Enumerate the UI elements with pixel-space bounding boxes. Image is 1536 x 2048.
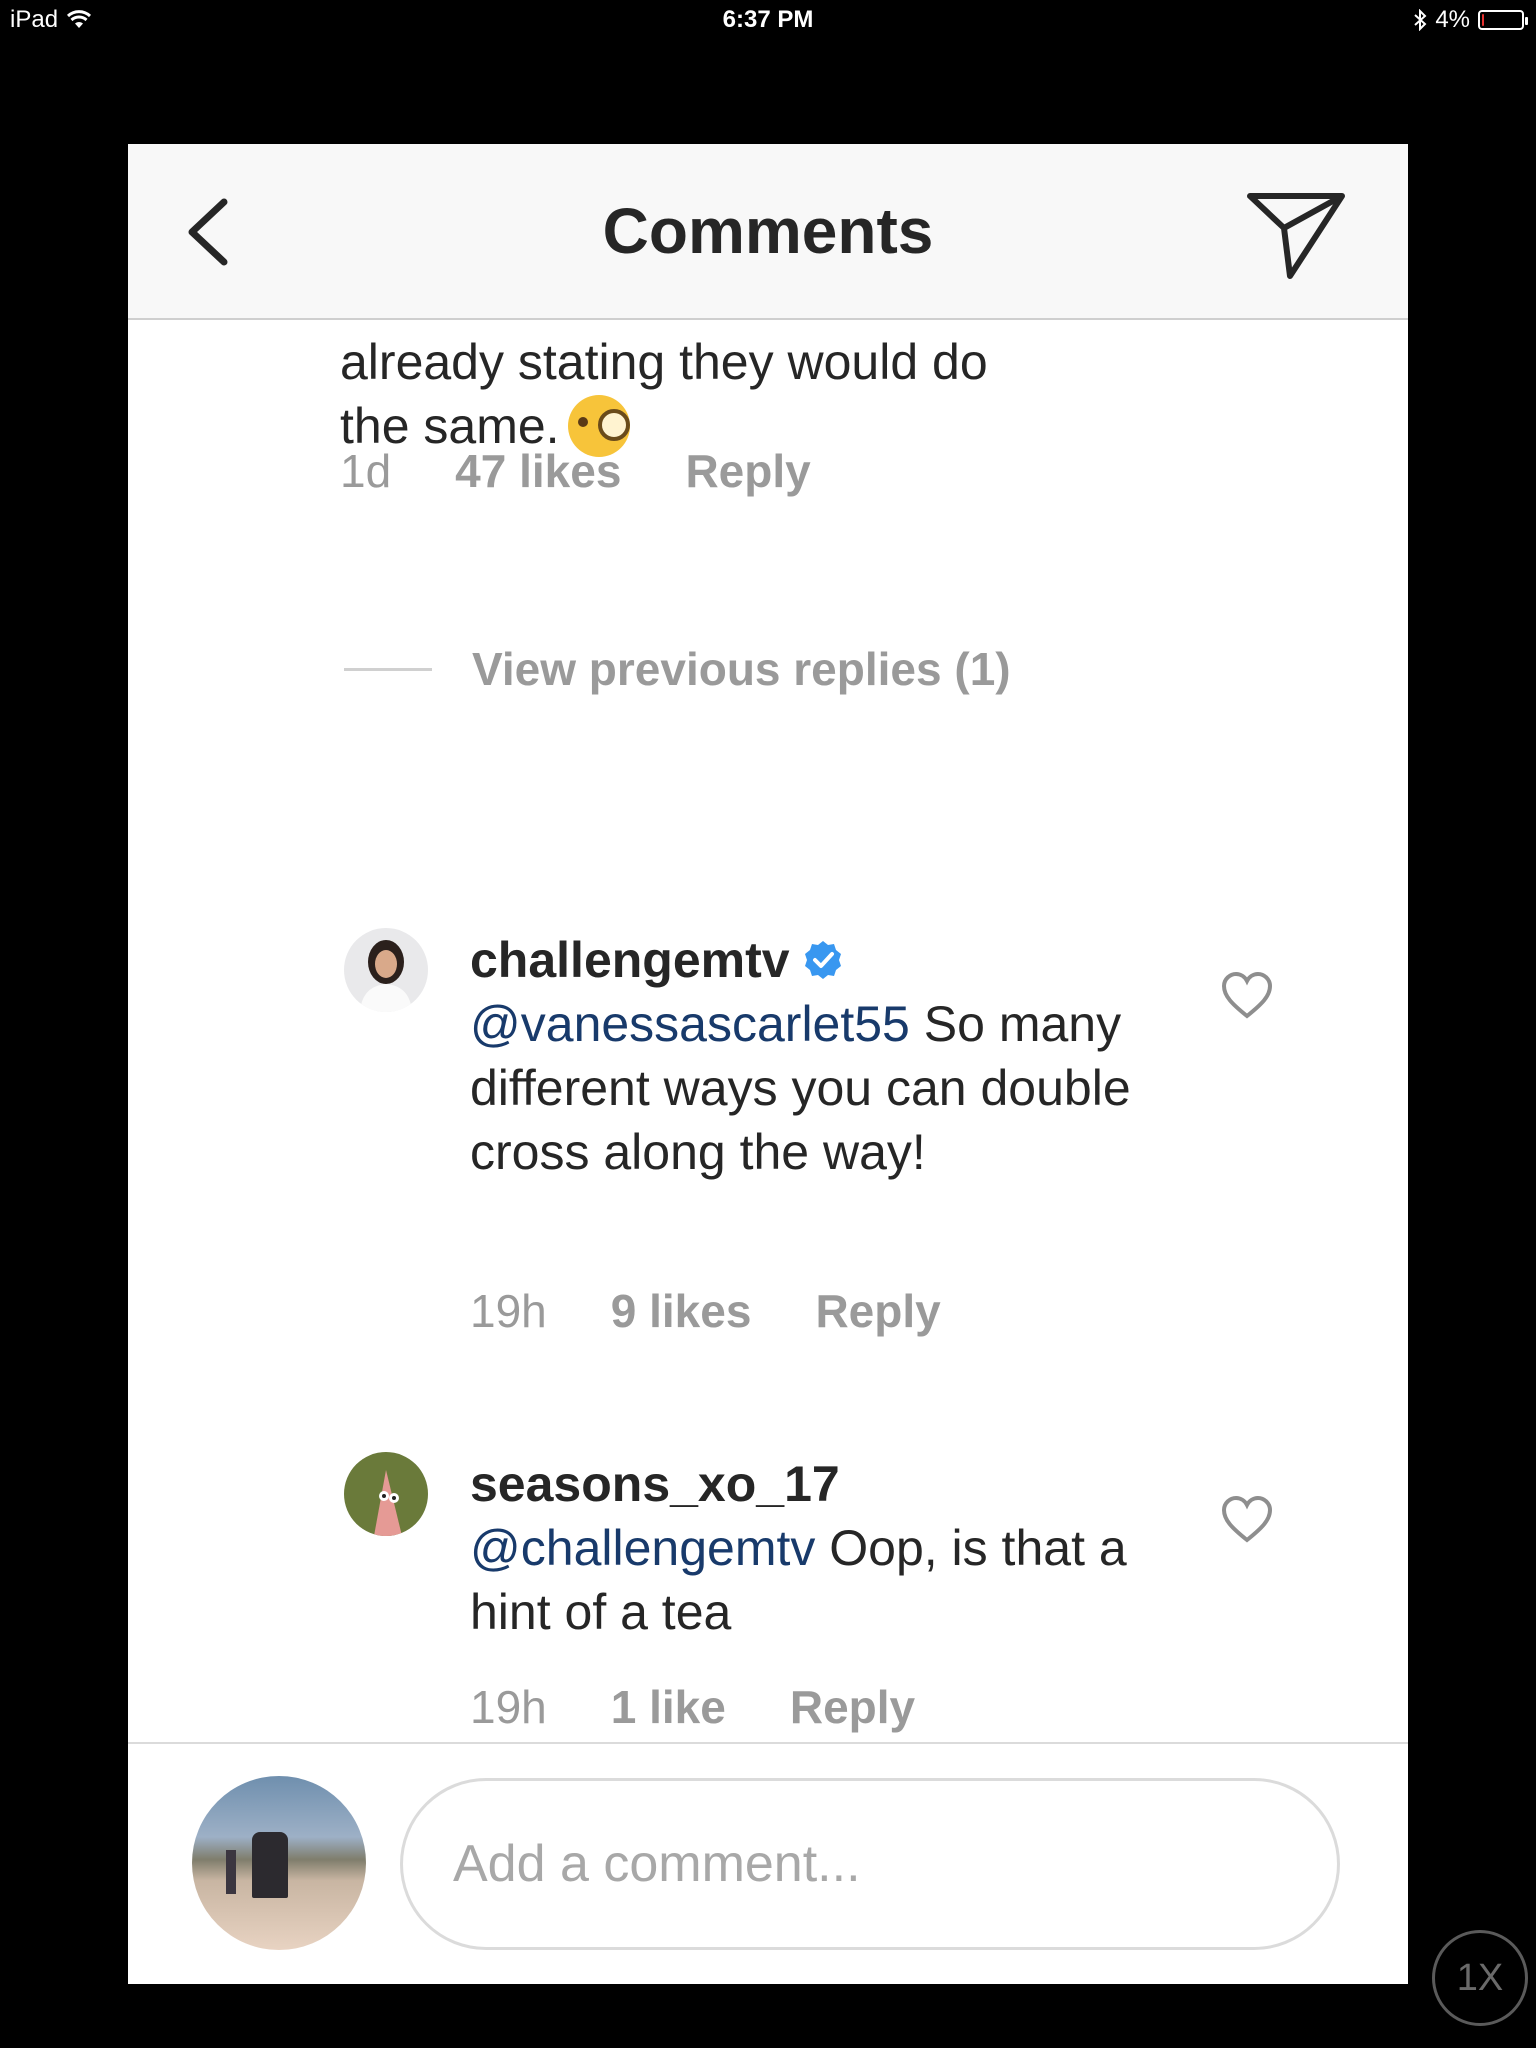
reply-button[interactable]: Reply [685,444,810,498]
avatar-figure-2 [226,1850,236,1894]
zoom-1x-button[interactable]: 1X [1432,1930,1528,2026]
comment-body: seasons_xo_17 @challengemtv Oop, is that… [470,1452,1190,1644]
comment-list[interactable]: already stating they would do the same. … [128,320,1408,1886]
page-title: Comments [602,195,934,267]
status-right: 4% [1413,6,1528,34]
reply-text-fragment: already stating they would do the same. [340,320,1100,461]
reply-button[interactable]: Reply [815,1284,940,1338]
likes-count[interactable]: 1 like [611,1680,726,1734]
comment-meta: 19h 9 likes Reply [470,1284,941,1338]
avatar-image [344,928,428,1012]
view-previous-label[interactable]: View previous replies (1) [472,642,1011,696]
battery-icon [1478,10,1528,30]
likes-count[interactable]: 47 likes [455,444,621,498]
comment-composer [128,1742,1408,1984]
comment-username[interactable]: challengemtv [470,932,790,988]
comment-input[interactable] [400,1778,1340,1950]
my-avatar[interactable] [192,1776,366,1950]
comment-meta: 1d 47 likes Reply [340,444,811,498]
view-previous-replies[interactable]: View previous replies (1) [344,642,1011,696]
comment-username[interactable]: seasons_xo_17 [470,1456,840,1512]
clipped-line [340,320,1100,330]
verified-badge-icon [804,940,841,979]
comment-text-line: already stating they would do [340,334,988,390]
bluetooth-icon [1414,9,1427,31]
status-bar: iPad 6:37 PM 4% [0,0,1536,40]
divider-line [344,667,432,671]
like-heart-icon[interactable] [1220,1494,1274,1544]
reply-button[interactable]: Reply [790,1680,915,1734]
nav-header: Comments [128,144,1408,320]
like-heart-icon[interactable] [1220,970,1274,1020]
battery-percent: 4% [1435,6,1470,33]
status-time: 6:37 PM [722,6,814,33]
comment-meta: 19h 1 like Reply [470,1680,915,1734]
direct-send-icon[interactable] [1244,188,1348,280]
comment-time: 1d [340,445,392,497]
likes-count[interactable]: 9 likes [611,1284,752,1338]
mention-link[interactable]: @vanessascarlet55 [470,996,910,1052]
avatar-image [344,1452,428,1536]
mention-link[interactable]: @challengemtv [470,1520,815,1576]
comment-time: 19h [470,1681,547,1733]
comment-body: challengemtv @vanessascarlet55 So many d… [470,928,1190,1184]
avatar[interactable] [344,928,428,1012]
comment-time: 19h [470,1285,547,1337]
avatar[interactable] [344,1452,428,1536]
battery-fill [1482,14,1484,26]
avatar-figure [252,1832,288,1898]
comments-screen: Comments already stating they would do t… [128,144,1408,1984]
